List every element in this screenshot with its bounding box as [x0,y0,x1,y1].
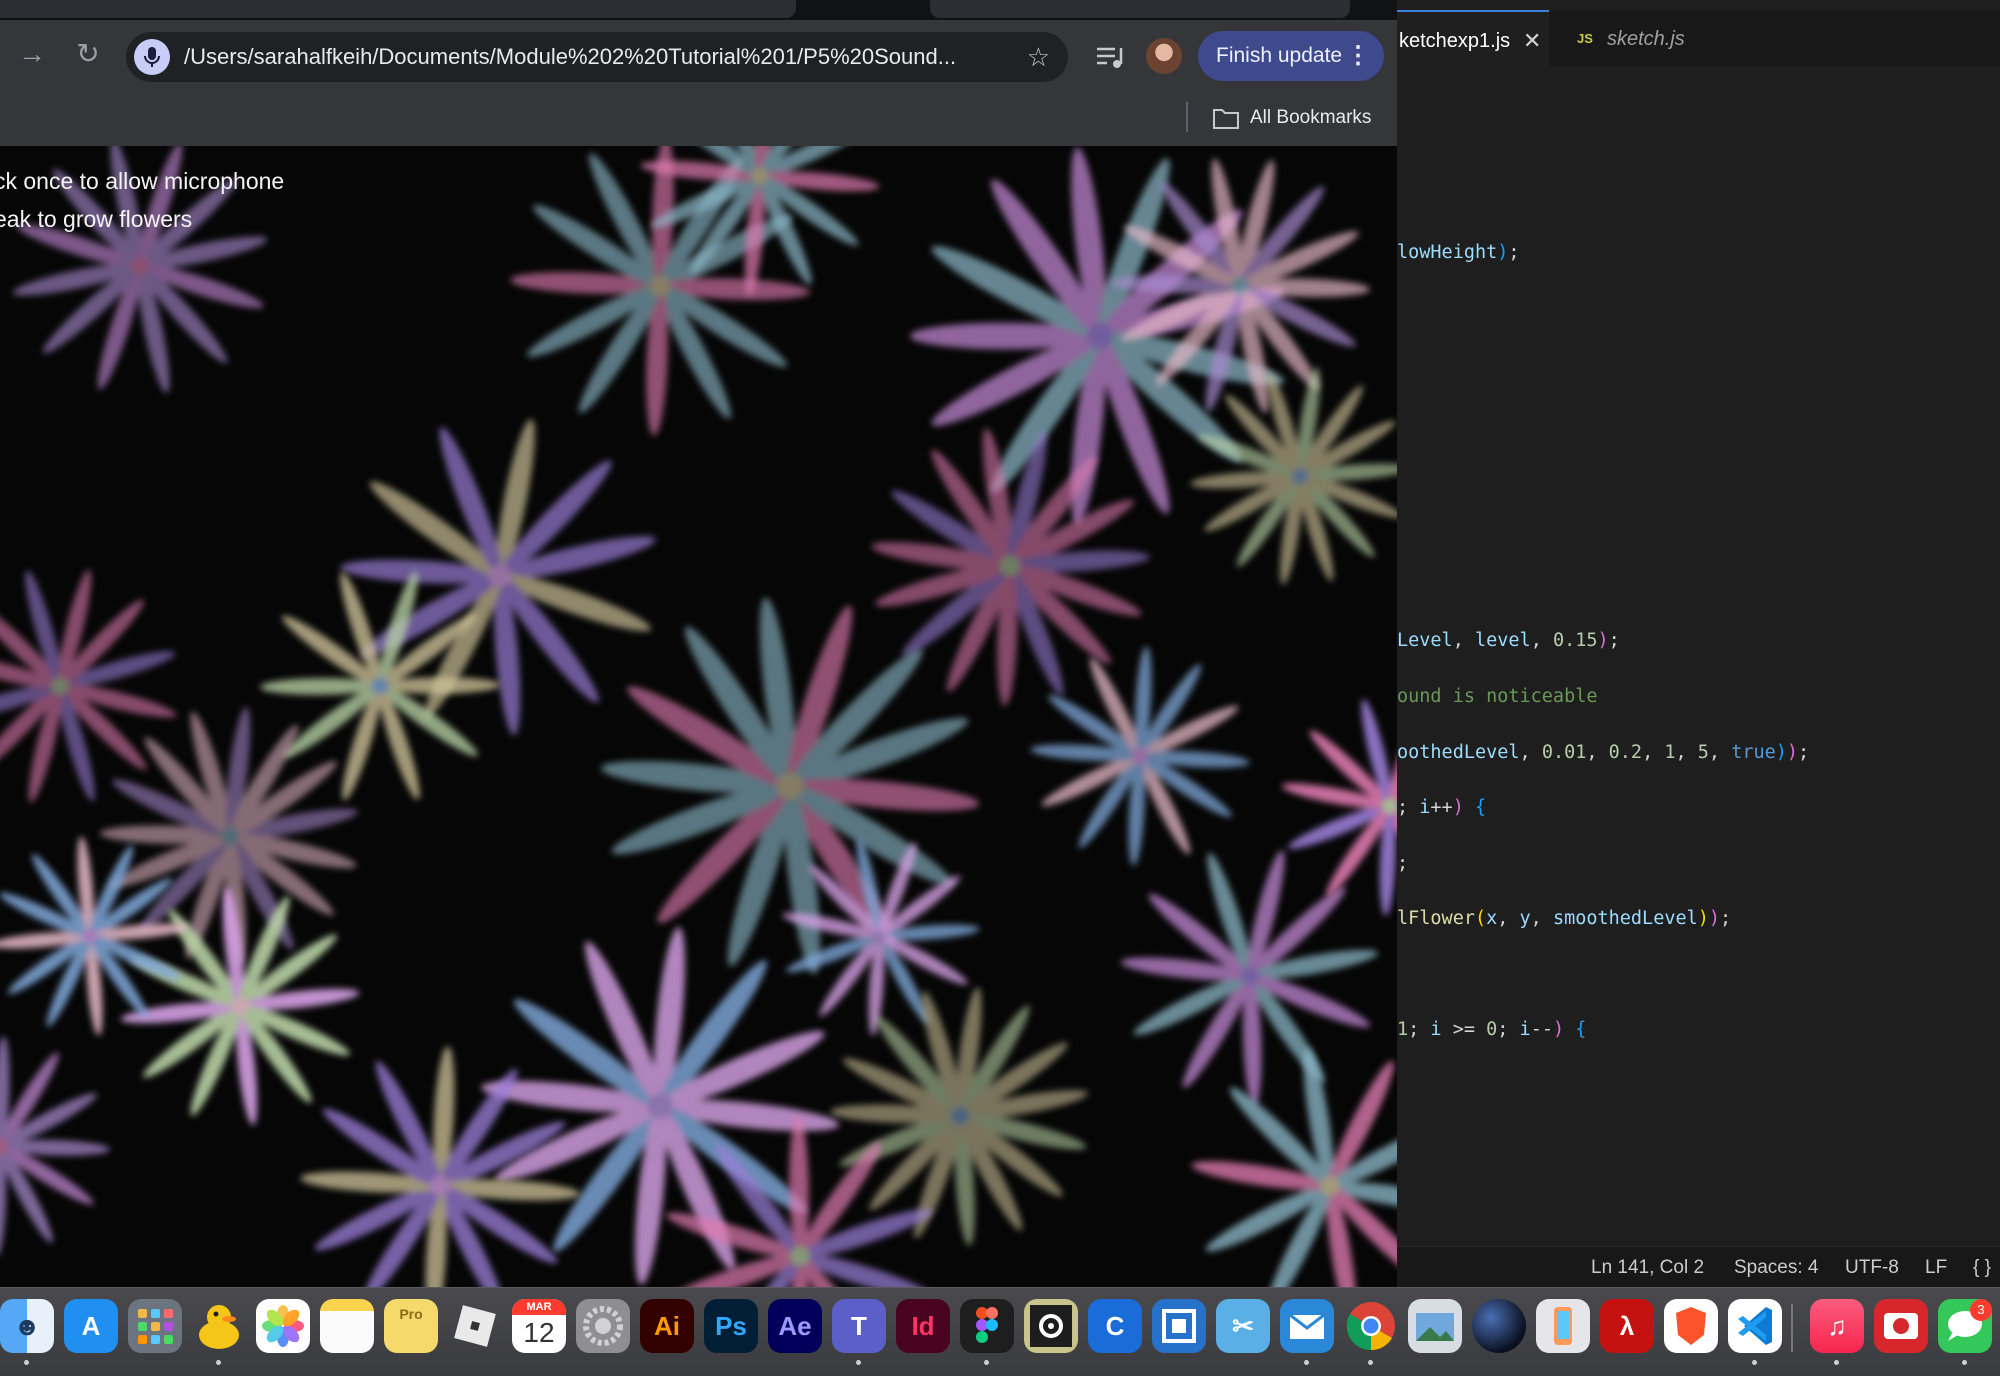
calendar-day: 12 [512,1313,566,1353]
folder-icon [1212,106,1240,135]
notes-pro-icon[interactable]: Pro [384,1299,438,1353]
url-text[interactable]: /Users/sarahalfkeih/Documents/Module%202… [184,32,964,82]
code-line: ; i++) { [1397,797,1486,818]
brave-icon[interactable] [1664,1299,1718,1353]
editor-tab-label: ketchexp1.js [1399,12,1510,70]
running-indicator [856,1360,861,1365]
running-indicator [24,1360,29,1365]
address-bar[interactable]: /Users/sarahalfkeih/Documents/Module%202… [126,32,1068,82]
photoshop-icon[interactable]: Ps [704,1299,758,1353]
acrobat-icon[interactable]: λ [1600,1299,1654,1353]
code-line: ound is noticeable [1397,686,1597,707]
editor-tab-bar: ketchexp1.js ✕ JS sketch.js [1397,10,2000,66]
calendar-icon[interactable]: MAR 12 [512,1299,566,1353]
close-icon[interactable]: ✕ [1523,12,1541,70]
running-indicator [1304,1360,1309,1365]
js-file-icon: JS [1577,10,1593,68]
photo-booth-icon[interactable] [1874,1299,1928,1353]
status-bar: Ln 141, Col 2 Spaces: 4 UTF-8 LF { } [1397,1246,2000,1288]
bookmarks-bar: All Bookmarks [0,92,1397,146]
tab-sketch[interactable]: JS sketch.js [1559,10,1701,66]
running-indicator [1752,1360,1757,1365]
chrome-icon[interactable] [1344,1299,1398,1353]
language-mode-icon[interactable]: { } [1973,1247,1991,1288]
tab-strip [0,0,1397,20]
browser-tab-group[interactable] [930,0,1350,18]
microphone-icon[interactable] [134,39,170,75]
running-indicator [216,1360,221,1365]
capture-icon[interactable] [1024,1299,1078,1353]
notes-icon[interactable] [320,1299,374,1353]
encoding-setting[interactable]: UTF-8 [1845,1247,1899,1288]
browser-tab-group[interactable] [0,0,796,18]
code-line: oothedLevel, 0.01, 0.2, 1, 5, true)); [1397,742,1809,763]
canva-icon[interactable]: C [1088,1299,1142,1353]
all-bookmarks-label: All Bookmarks [1250,100,1371,136]
dock-divider [1791,1304,1793,1352]
code-line: ; [1397,853,1408,874]
running-indicator [1368,1360,1373,1365]
code-line: lFlower(x, y, smoothedLevel)); [1397,908,1731,929]
after-effects-icon[interactable]: Ae [768,1299,822,1353]
running-indicator [1834,1360,1839,1365]
canvas-instruction-line: ck once to allow microphone [0,168,284,195]
p5-sketch-canvas[interactable]: ck once to allow microphone eak to grow … [0,146,1397,1287]
illustrator-icon[interactable]: Ai [640,1299,694,1353]
figma-icon[interactable] [960,1299,1014,1353]
simulator-icon[interactable] [1536,1299,1590,1353]
code-area[interactable]: lowHeight); Level, level, 0.15); ound is… [1397,66,2000,1246]
finish-update-button[interactable]: Finish update ⋮ [1198,31,1384,81]
arrow-right-icon[interactable]: → [12,34,52,74]
indesign-icon[interactable]: Id [896,1299,950,1353]
cyberduck-icon[interactable] [192,1299,246,1353]
flower-artwork [0,146,1397,1287]
code-line: 1; i >= 0; i--) { [1397,1019,1586,1040]
screenshot-tool-icon[interactable] [1152,1299,1206,1353]
star-icon[interactable]: ☆ [1027,32,1050,82]
messages-badge: 3 [1970,1299,1992,1321]
code-line: lowHeight); [1397,242,1520,263]
profile-avatar[interactable] [1146,38,1182,74]
code-editor: ketchexp1.js ✕ JS sketch.js lowHeight); … [1397,0,2000,1287]
app-store-icon[interactable]: A [64,1299,118,1353]
launchpad-icon[interactable] [128,1299,182,1353]
reload-icon[interactable]: ↻ [68,34,108,74]
music-icon[interactable]: ♫ [1810,1299,1864,1353]
teams-icon[interactable]: T [832,1299,886,1353]
browser-window: → ↻ /Users/sarahalfkeih/Documents/Module… [0,0,1398,1287]
indentation-setting[interactable]: Spaces: 4 [1734,1247,1819,1288]
photos-icon[interactable] [256,1299,310,1353]
bookmarks-divider [1186,102,1188,132]
canvas-instruction-line: eak to grow flowers [0,206,192,233]
outlook-icon[interactable] [1280,1299,1334,1353]
finish-update-label: Finish update [1216,31,1342,81]
media-controls-icon[interactable] [1093,42,1127,72]
cinema-4d-icon[interactable] [1472,1299,1526,1353]
code-line: Level, level, 0.15); [1397,630,1620,651]
tab-sketchexp1[interactable]: ketchexp1.js ✕ [1397,10,1549,68]
running-indicator [984,1360,989,1365]
browser-toolbar: → ↻ /Users/sarahalfkeih/Documents/Module… [0,20,1397,92]
system-settings-icon[interactable] [576,1299,630,1353]
editor-tab-label: sketch.js [1607,10,1685,68]
scissors-icon[interactable]: ✂ [1216,1299,1270,1353]
macos-dock: ☻ A Pro MAR 12 Ai Ps Ae T Id C ✂ [0,1287,2000,1376]
more-vertical-icon[interactable]: ⋮ [1346,31,1370,81]
preview-icon[interactable] [1408,1299,1462,1353]
vscode-icon[interactable] [1728,1299,1782,1353]
roblox-icon[interactable] [448,1299,502,1353]
cursor-position[interactable]: Ln 141, Col 2 [1591,1247,1704,1288]
line-ending-setting[interactable]: LF [1925,1247,1947,1288]
finder-icon[interactable]: ☻ [0,1299,54,1353]
running-indicator [1962,1360,1967,1365]
